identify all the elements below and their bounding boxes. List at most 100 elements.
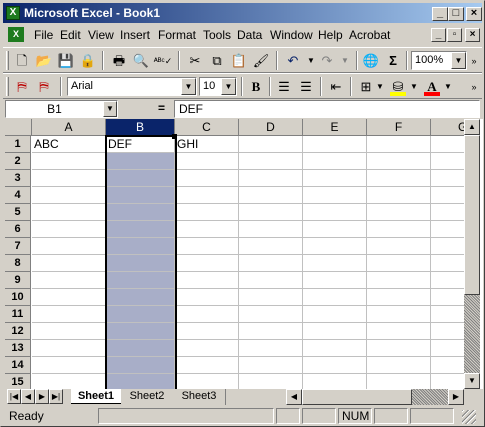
doc-restore-button[interactable]: ▫ — [447, 28, 462, 42]
grid-cell[interactable] — [303, 306, 367, 323]
row-header[interactable]: 5 — [5, 204, 31, 221]
grid-cell[interactable] — [303, 238, 367, 255]
menu-insert[interactable]: Insert — [120, 28, 150, 42]
vertical-scroll-track[interactable] — [464, 295, 480, 373]
grid-cell[interactable] — [239, 204, 303, 221]
grid-cell[interactable] — [175, 170, 239, 187]
column-header-b[interactable]: B — [106, 119, 175, 136]
column-header-a[interactable]: A — [32, 119, 106, 136]
sheet-tab-sheet3[interactable]: Sheet3 — [175, 389, 223, 404]
grid-cell[interactable] — [106, 170, 175, 187]
grid-cell[interactable] — [32, 374, 106, 389]
grid-cell[interactable] — [106, 204, 175, 221]
font-color-button[interactable]: A — [421, 77, 443, 97]
open-icon[interactable]: 📂 — [33, 51, 55, 71]
row-header[interactable]: 8 — [5, 255, 31, 272]
grid-cell[interactable] — [303, 289, 367, 306]
decrease-indent-icon[interactable]: ⇤ — [325, 77, 347, 97]
row-header[interactable]: 6 — [5, 221, 31, 238]
worksheet-grid[interactable]: A B C D E F G 1 2 3 4 5 6 7 8 9 10 11 12 13 14 15 ABC … — [5, 119, 483, 389]
grid-cell[interactable] — [303, 187, 367, 204]
grid-cell[interactable] — [367, 255, 431, 272]
grid-cell[interactable] — [106, 255, 175, 272]
toolbar-options-icon[interactable]: » — [467, 77, 481, 97]
menu-edit[interactable]: Edit — [60, 28, 81, 42]
grid-cell[interactable] — [175, 204, 239, 221]
chevron-down-icon[interactable]: ▼ — [451, 52, 466, 69]
grid-cell[interactable] — [106, 221, 175, 238]
grid-cell[interactable] — [303, 340, 367, 357]
name-box[interactable]: B1 ▼ — [5, 100, 118, 118]
grid-cell[interactable] — [106, 153, 175, 170]
grid-cell[interactable] — [175, 374, 239, 389]
print-icon[interactable]: 🖶 — [108, 51, 130, 71]
grid-cell[interactable] — [32, 272, 106, 289]
grid-cell[interactable] — [367, 340, 431, 357]
select-all-corner[interactable] — [5, 119, 32, 136]
font-name-select[interactable]: Arial ▼ — [67, 77, 197, 96]
grid-cell[interactable] — [106, 340, 175, 357]
column-header-c[interactable]: C — [175, 119, 239, 136]
grid-cell[interactable] — [239, 153, 303, 170]
grid-cell[interactable] — [303, 272, 367, 289]
cell-b1[interactable]: DEF — [106, 136, 175, 153]
grid-cell[interactable] — [106, 272, 175, 289]
grid-cell[interactable] — [303, 204, 367, 221]
grid-cell[interactable] — [106, 323, 175, 340]
resize-grip-icon[interactable] — [462, 410, 476, 424]
grid-cell[interactable] — [106, 357, 175, 374]
zoom-select[interactable]: 100% ▼ — [411, 51, 467, 70]
grid-cell[interactable] — [175, 272, 239, 289]
horizontal-scroll-thumb[interactable] — [302, 389, 412, 405]
grid-cell[interactable] — [175, 323, 239, 340]
horizontal-scrollbar[interactable]: ◀ ▶ — [286, 389, 464, 405]
grid-cell[interactable] — [367, 153, 431, 170]
grid-cell[interactable] — [303, 357, 367, 374]
row-header[interactable]: 14 — [5, 357, 31, 374]
grid-cell[interactable] — [239, 136, 303, 153]
row-header[interactable]: 9 — [5, 272, 31, 289]
grid-cell[interactable] — [303, 221, 367, 238]
menu-tools[interactable]: Tools — [203, 28, 231, 42]
grid-cell[interactable] — [106, 238, 175, 255]
grid-cell[interactable] — [303, 153, 367, 170]
grid-cell[interactable] — [367, 323, 431, 340]
cell-a1[interactable]: ABC — [32, 136, 106, 153]
grid-cell[interactable] — [367, 272, 431, 289]
autosum-icon[interactable]: Σ — [382, 51, 404, 71]
grid-cell[interactable] — [106, 289, 175, 306]
grid-cell[interactable] — [32, 238, 106, 255]
print-preview-icon[interactable]: 🔍 — [130, 51, 152, 71]
chevron-down-icon[interactable]: ▼ — [181, 78, 196, 95]
grid-cell[interactable] — [367, 136, 431, 153]
grid-cell[interactable] — [239, 221, 303, 238]
row-header[interactable]: 1 — [5, 136, 31, 153]
next-sheet-icon[interactable]: ▶ — [35, 389, 49, 404]
fill-color-icon[interactable]: ⛁ — [387, 77, 409, 97]
align-center-icon[interactable]: ☰ — [295, 77, 317, 97]
grid-cell[interactable] — [32, 340, 106, 357]
borders-icon[interactable]: ⊞ — [355, 77, 377, 97]
row-header[interactable]: 11 — [5, 306, 31, 323]
maximize-button[interactable]: □ — [448, 7, 464, 21]
grid-cell[interactable] — [303, 136, 367, 153]
menu-format[interactable]: Format — [158, 28, 196, 42]
column-header-e[interactable]: E — [303, 119, 367, 136]
toolbar-grip[interactable] — [6, 51, 9, 70]
grid-cell[interactable] — [367, 170, 431, 187]
new-icon[interactable]: 🗋 — [11, 51, 33, 71]
grid-cell[interactable] — [303, 374, 367, 389]
grid-cell[interactable] — [175, 187, 239, 204]
row-header[interactable]: 4 — [5, 187, 31, 204]
grid-cell[interactable] — [175, 306, 239, 323]
grid-cell[interactable] — [367, 238, 431, 255]
row-header[interactable]: 13 — [5, 340, 31, 357]
menu-help[interactable]: Help — [318, 28, 343, 42]
toolbar-options-icon[interactable]: » — [467, 51, 481, 71]
grid-cell[interactable] — [175, 238, 239, 255]
row-header[interactable]: 3 — [5, 170, 31, 187]
fill-dropdown-icon[interactable]: ▼ — [409, 77, 419, 97]
grid-cell[interactable] — [303, 255, 367, 272]
paste-icon[interactable]: 📋 — [228, 51, 250, 71]
pdf-convert-icon[interactable]: ⛿ — [11, 77, 33, 97]
